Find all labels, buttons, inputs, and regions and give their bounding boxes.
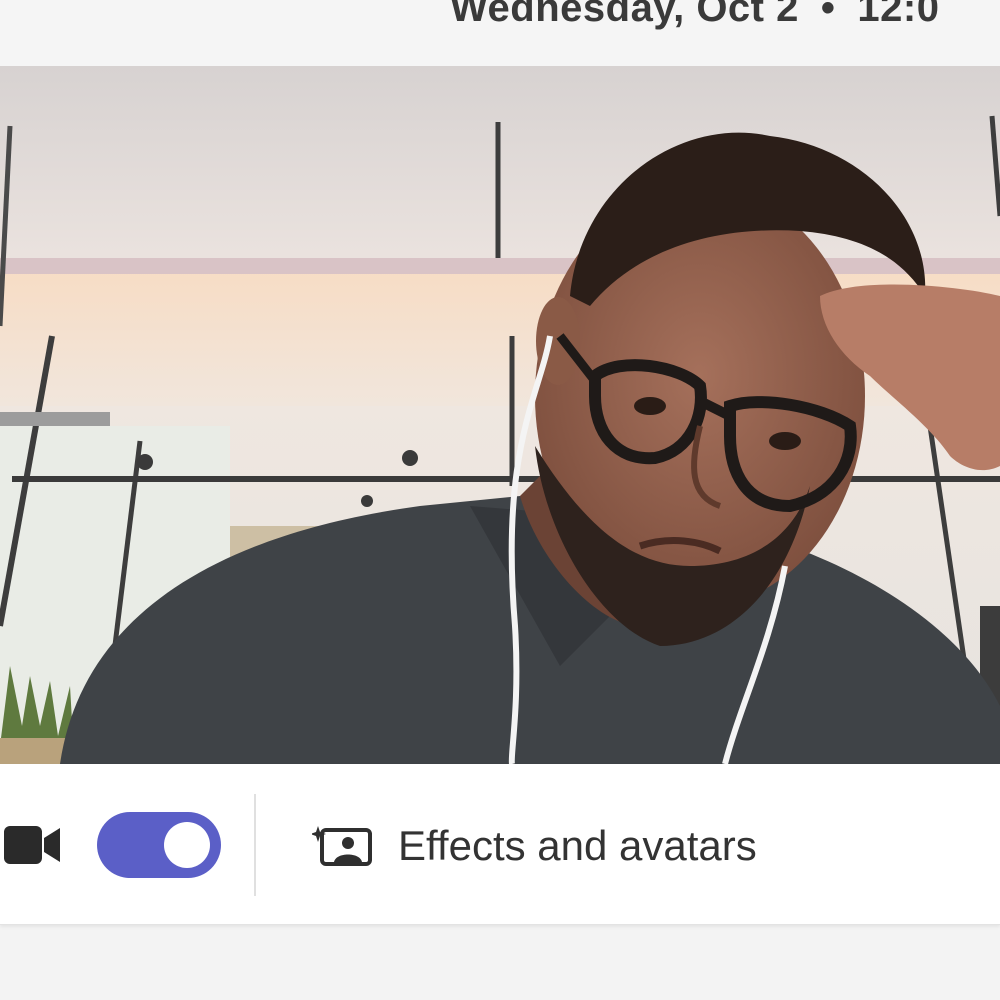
meeting-header: Wednesday, Oct 2 • 12:0 bbox=[0, 0, 1000, 66]
meeting-day: Wednesday, Oct 2 bbox=[450, 0, 799, 30]
effects-avatar-icon bbox=[312, 826, 372, 866]
effects-and-avatars-label: Effects and avatars bbox=[398, 822, 757, 869]
datetime-separator: • bbox=[820, 0, 836, 30]
controls-divider bbox=[254, 794, 256, 896]
effects-and-avatars-button[interactable]: Effects and avatars bbox=[300, 808, 757, 884]
camera-toggle[interactable] bbox=[97, 812, 221, 878]
meeting-datetime: Wednesday, Oct 2 • 12:0 bbox=[450, 0, 939, 31]
camera-preview bbox=[0, 66, 1000, 764]
meeting-time: 12:0 bbox=[857, 0, 940, 30]
camera-toggle-knob bbox=[164, 822, 210, 868]
video-camera-icon bbox=[4, 826, 60, 864]
